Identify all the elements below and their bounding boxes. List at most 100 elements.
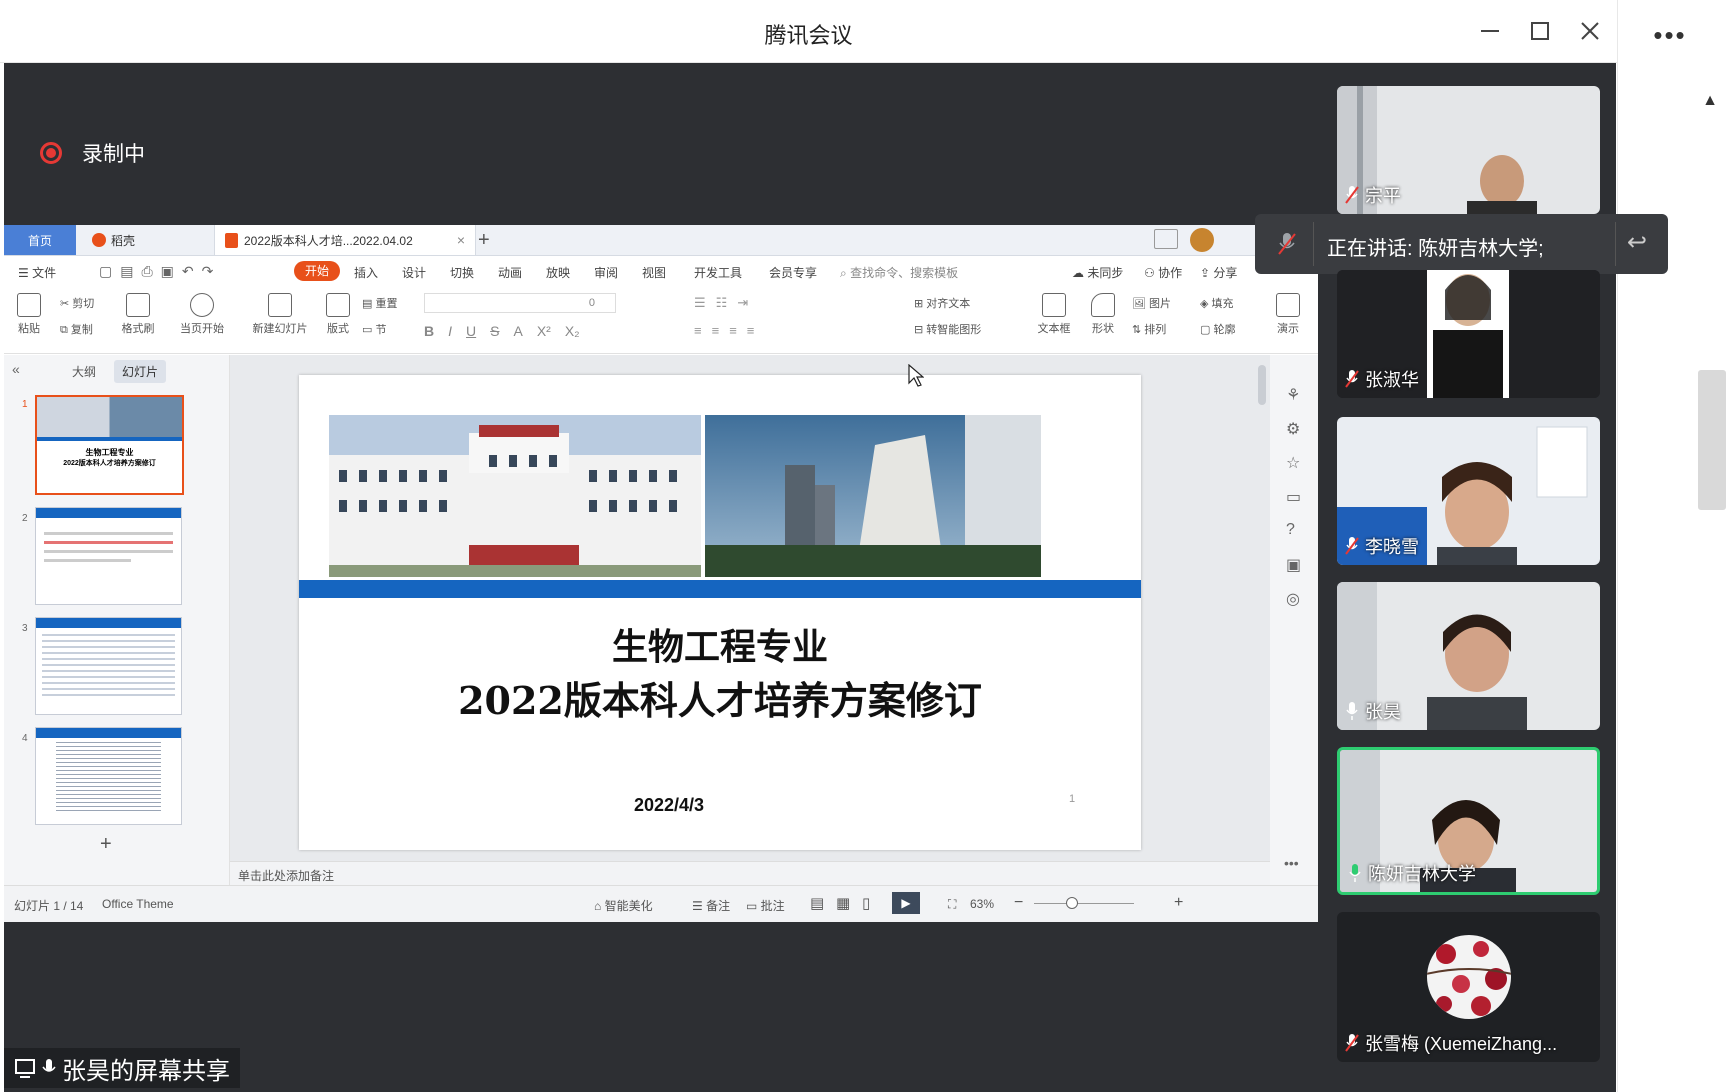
zoom-slider-handle[interactable]: [1066, 897, 1078, 909]
help-tool-icon[interactable]: ?: [1286, 521, 1295, 539]
menu-design[interactable]: 设计: [402, 264, 426, 281]
underline-icon[interactable]: U: [466, 323, 476, 339]
present-button[interactable]: 演示: [1268, 293, 1308, 336]
superscript-icon[interactable]: X²: [537, 323, 551, 339]
maximize-button[interactable]: [1520, 14, 1560, 48]
number-list-icon[interactable]: ☷: [716, 295, 728, 311]
copy-button[interactable]: ⧉ 复制: [60, 321, 93, 337]
textbox-button[interactable]: 文本框: [1032, 293, 1076, 336]
redo-icon[interactable]: ↷: [202, 263, 214, 280]
export-icon[interactable]: ▤: [120, 263, 133, 280]
slides-tool-icon[interactable]: ▭: [1286, 487, 1301, 507]
tab-close-icon[interactable]: ×: [457, 232, 465, 248]
participant-tile-6[interactable]: 张雪梅 (XuemeiZhang...: [1337, 912, 1600, 1062]
menu-insert[interactable]: 插入: [354, 264, 378, 281]
pane-tab-outline[interactable]: 大纲: [72, 363, 96, 380]
more-tools-icon[interactable]: •••: [1284, 855, 1299, 871]
participant-tile-5-active[interactable]: 陈妍吉林大学: [1337, 747, 1600, 895]
add-slide-button[interactable]: +: [100, 833, 112, 856]
window-layout-icon[interactable]: [1154, 229, 1178, 249]
tab-home[interactable]: 首页: [4, 225, 76, 255]
image-tool-icon[interactable]: ▣: [1286, 555, 1301, 575]
new-tab-button[interactable]: +: [478, 225, 502, 255]
start-current-button[interactable]: 当页开始: [172, 293, 232, 336]
notes-bar[interactable]: 单击此处添加备注: [230, 861, 1270, 886]
format-painter-button[interactable]: 格式刷: [116, 293, 160, 336]
share-button[interactable]: ⇪ 分享: [1200, 264, 1237, 281]
location-tool-icon[interactable]: ◎: [1286, 589, 1300, 609]
layout-button[interactable]: 版式: [320, 293, 356, 336]
menu-slideshow[interactable]: 放映: [546, 264, 570, 281]
slide-thumbnail-1[interactable]: 生物工程专业 2022版本科人才培养方案修订: [35, 395, 184, 495]
collapse-pane-icon[interactable]: «: [12, 361, 20, 377]
strikethrough-icon[interactable]: S: [490, 323, 499, 339]
slide-thumbnail-3[interactable]: [35, 617, 182, 715]
zoom-in-button[interactable]: +: [1174, 894, 1183, 912]
save-icon[interactable]: ▢: [99, 263, 112, 280]
participant-tile-2[interactable]: 张淑华: [1337, 270, 1600, 398]
indent-icon[interactable]: ⇥: [737, 295, 748, 311]
preview-icon[interactable]: ▣: [161, 263, 174, 280]
comments-toggle[interactable]: ▭ 批注: [746, 897, 785, 914]
picture-button[interactable]: 🖼 图片: [1132, 295, 1171, 311]
screen-share-label[interactable]: 张昊的屏幕共享: [4, 1048, 240, 1088]
star-tool-icon[interactable]: ☆: [1286, 453, 1300, 473]
italic-icon[interactable]: I: [448, 323, 452, 339]
beautify-button[interactable]: ⌂ 智能美化: [594, 897, 653, 914]
minimize-button[interactable]: [1470, 14, 1510, 48]
menu-view[interactable]: 视图: [642, 264, 666, 281]
align-text-button[interactable]: ⊞ 对齐文本: [914, 295, 970, 311]
menu-review[interactable]: 审阅: [594, 264, 618, 281]
scrollbar-thumb[interactable]: [1698, 370, 1726, 510]
bullet-list-icon[interactable]: ☰: [694, 295, 706, 311]
normal-view-icon[interactable]: ▤: [810, 894, 824, 912]
zoom-slider[interactable]: [1034, 903, 1134, 904]
fit-window-icon[interactable]: ⛶: [948, 897, 956, 912]
font-color-icon[interactable]: A: [513, 323, 522, 339]
zoom-level[interactable]: 63%: [970, 897, 994, 911]
undo-icon[interactable]: ↶: [182, 263, 194, 280]
animation-tool-icon[interactable]: ⚘: [1286, 385, 1300, 405]
pane-tab-slides[interactable]: 幻灯片: [114, 360, 167, 383]
justify-icon[interactable]: ≡: [747, 323, 755, 338]
zoom-out-button[interactable]: −: [1014, 894, 1023, 912]
cut-button[interactable]: ✂ 剪切: [60, 295, 94, 311]
current-slide[interactable]: 生物工程专业 2022版本科人才培养方案修订 2022/4/3 1: [299, 375, 1141, 850]
notes-toggle[interactable]: ☰ 备注: [692, 897, 730, 914]
participant-tile-1[interactable]: 宗平: [1337, 86, 1600, 214]
collaborate-button[interactable]: ⚇ 协作: [1144, 264, 1182, 281]
play-slideshow-button[interactable]: ▶: [892, 892, 920, 914]
font-size-field[interactable]: 0: [424, 293, 616, 313]
menu-transition[interactable]: 切换: [450, 264, 474, 281]
user-avatar[interactable]: [1190, 228, 1214, 252]
shape-button[interactable]: 形状: [1086, 293, 1120, 336]
tab-document[interactable]: 2022版本科人才培...2022.04.02 ×: [214, 225, 476, 255]
section-button[interactable]: ▭ 节: [362, 321, 386, 337]
menu-file[interactable]: ☰ 文件: [18, 264, 56, 281]
subscript-icon[interactable]: X₂: [565, 323, 580, 339]
scroll-up-arrow-icon[interactable]: ▲: [1698, 92, 1722, 112]
slide-scrollbar[interactable]: [1258, 365, 1266, 405]
sync-status[interactable]: ☁ 未同步: [1072, 264, 1123, 281]
sorter-view-icon[interactable]: ▦: [836, 894, 850, 912]
menu-developer[interactable]: 开发工具: [694, 264, 742, 281]
convert-smartart-button[interactable]: ⊟ 转智能图形: [914, 321, 981, 337]
paste-button[interactable]: 粘贴: [12, 293, 46, 336]
menu-animation[interactable]: 动画: [498, 264, 522, 281]
command-search[interactable]: ⌕ 查找命令、搜索模板: [840, 264, 958, 281]
close-button[interactable]: [1570, 14, 1610, 48]
adjust-tool-icon[interactable]: ⚙: [1286, 419, 1300, 439]
fill-button[interactable]: ◈ 填充: [1200, 295, 1234, 311]
new-slide-button[interactable]: 新建幻灯片: [250, 293, 310, 336]
slide-thumbnail-4[interactable]: [35, 727, 182, 825]
reset-button[interactable]: ▤ 重置: [362, 295, 397, 311]
align-center-icon[interactable]: ≡: [712, 323, 720, 338]
outline-button[interactable]: ▢ 轮廓: [1200, 321, 1235, 337]
reply-arrow-icon[interactable]: ↩: [1627, 228, 1647, 257]
bold-icon[interactable]: B: [424, 323, 434, 339]
slide-thumbnail-2[interactable]: [35, 507, 182, 605]
reading-view-icon[interactable]: ▯: [862, 894, 870, 912]
participant-tile-4[interactable]: 张昊: [1337, 582, 1600, 730]
align-left-icon[interactable]: ≡: [694, 323, 702, 338]
tab-docer[interactable]: 稻壳: [80, 225, 222, 255]
